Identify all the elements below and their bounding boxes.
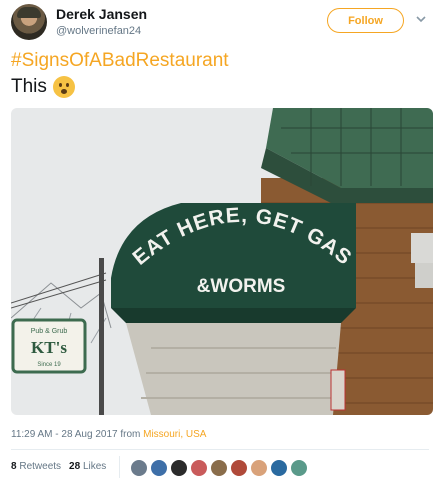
- follow-button[interactable]: Follow: [327, 8, 404, 33]
- liker-avatar[interactable]: [190, 459, 208, 477]
- side-sign-line1: Pub & Grub: [31, 328, 68, 335]
- side-sign-line3: Since 19: [37, 362, 61, 368]
- liker-avatar[interactable]: [150, 459, 168, 477]
- tweet-stats: 8 Retweets 28 Likes: [11, 461, 106, 472]
- awning-text-line2: &WORMS: [197, 276, 286, 297]
- likes-count: 28: [69, 461, 81, 472]
- user-name[interactable]: Derek Jansen: [56, 6, 147, 22]
- tweet-text-body: This: [11, 76, 47, 97]
- liker-avatar[interactable]: [210, 459, 228, 477]
- retweets-label: Retweets: [19, 461, 62, 472]
- likes-stat[interactable]: 28 Likes: [69, 461, 106, 472]
- tweet-text: This: [11, 76, 75, 98]
- tweet-photo[interactable]: EAT HERE, GET GAS &WORMS Pub & Grub KT's…: [11, 108, 433, 415]
- liker-avatar[interactable]: [230, 459, 248, 477]
- liker-avatar[interactable]: [250, 459, 268, 477]
- liker-avatar[interactable]: [170, 459, 188, 477]
- stats-separator: [119, 456, 120, 478]
- chevron-down-icon[interactable]: [415, 13, 427, 25]
- from-label: from: [120, 429, 141, 440]
- likes-label: Likes: [82, 461, 107, 472]
- tweet-meta: 11:29 AM - 28 Aug 2017 from Missouri, US…: [11, 429, 206, 440]
- liker-avatar[interactable]: [270, 459, 288, 477]
- divider: [11, 449, 429, 450]
- frowning-face-emoji-icon: [52, 76, 75, 98]
- liker-avatar[interactable]: [130, 459, 148, 477]
- liker-avatars: [130, 459, 308, 477]
- retweets-count: 8: [11, 461, 17, 472]
- user-handle[interactable]: @wolverinefan24: [56, 25, 141, 37]
- tweet-location[interactable]: Missouri, USA: [143, 429, 206, 440]
- avatar[interactable]: [11, 4, 47, 40]
- tweet-timestamp[interactable]: 11:29 AM - 28 Aug 2017: [11, 429, 118, 440]
- hashtag-link[interactable]: #SignsOfABadRestaurant: [11, 50, 229, 72]
- liker-avatar[interactable]: [290, 459, 308, 477]
- side-sign-line2: KT's: [31, 338, 67, 357]
- retweets-stat[interactable]: 8 Retweets: [11, 461, 61, 472]
